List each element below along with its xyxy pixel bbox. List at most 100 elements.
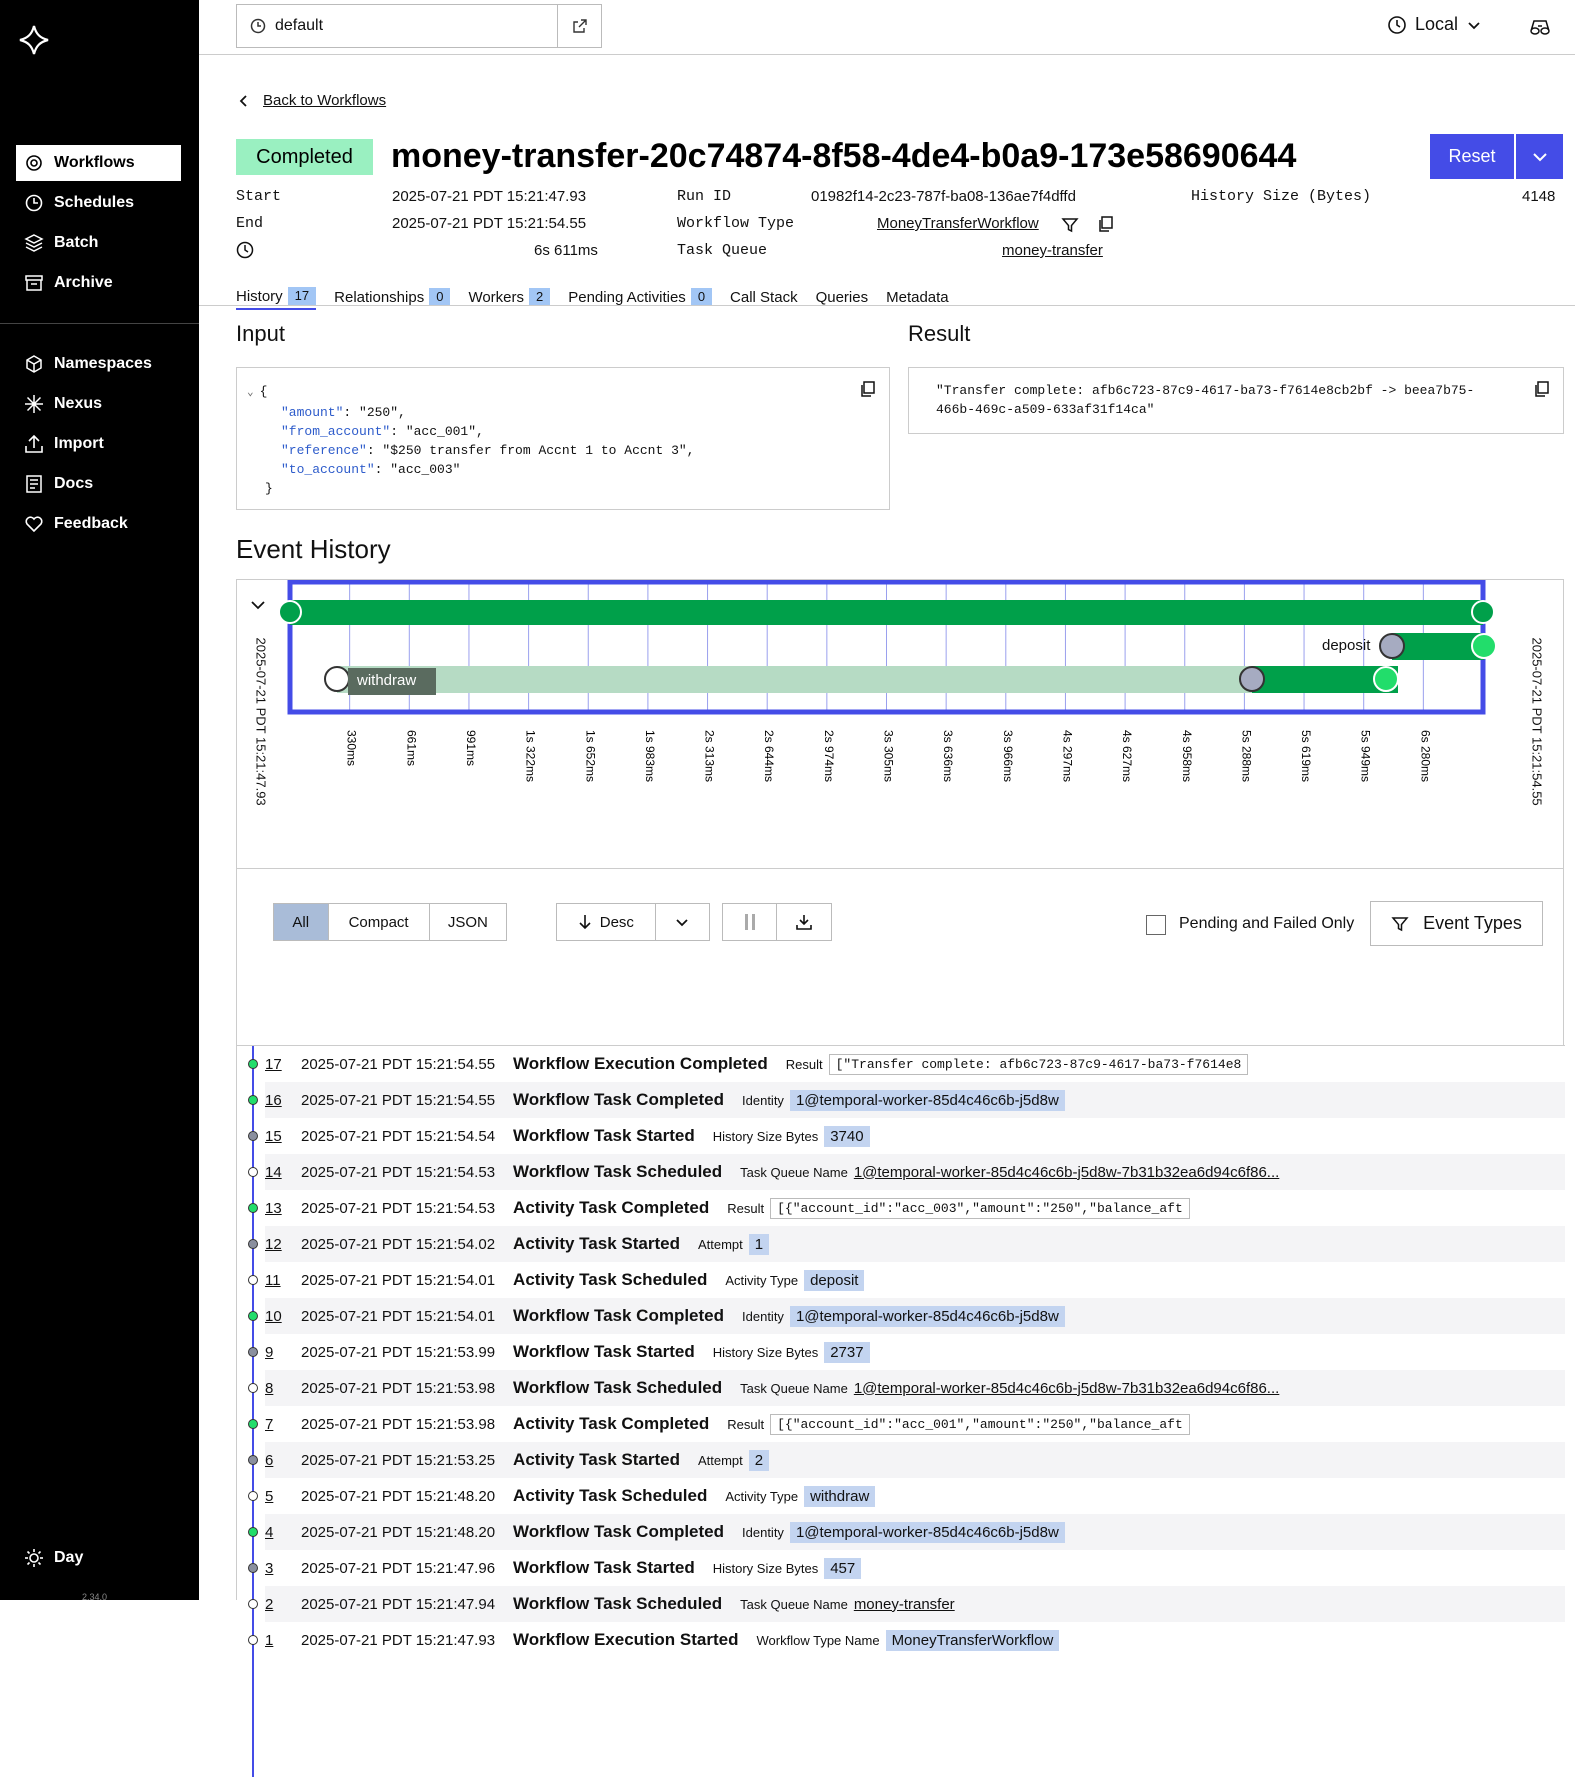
tab-queries[interactable]: Queries: [816, 284, 869, 310]
external-link-icon: [572, 19, 587, 33]
timeline-tick-label: 3s 636ms: [941, 730, 955, 782]
tab-relationships[interactable]: Relationships 0: [334, 284, 451, 310]
theme-toggle[interactable]: Day: [16, 1540, 181, 1576]
tab-workers[interactable]: Workers 2: [468, 284, 551, 310]
event-row[interactable]: 11 2025-07-21 PDT 15:21:54.01 Activity Tas…: [265, 1262, 1565, 1298]
sidebar-item-batch[interactable]: Batch: [16, 225, 181, 261]
schedules-icon: [25, 194, 43, 212]
tab-metadata[interactable]: Metadata: [886, 284, 949, 310]
event-row[interactable]: 13 2025-07-21 PDT 15:21:54.53 Activity Tas…: [265, 1190, 1565, 1226]
withdraw-scheduled-marker: [324, 666, 350, 692]
collapse-caret-icon[interactable]: ⌄: [247, 387, 254, 399]
sidebar-item-archive[interactable]: Archive: [16, 265, 181, 301]
event-id-link[interactable]: 6: [265, 1452, 301, 1469]
event-status-dot: [248, 1527, 258, 1537]
sidebar-item-schedules[interactable]: Schedules: [16, 185, 181, 221]
sidebar-item-docs[interactable]: Docs: [16, 466, 181, 502]
event-rail: [252, 1046, 254, 1777]
event-id-link[interactable]: 9: [265, 1344, 301, 1361]
event-row[interactable]: 12 2025-07-21 PDT 15:21:54.02 Activity Tas…: [265, 1226, 1565, 1262]
event-time: 2025-07-21 PDT 15:21:47.93: [301, 1631, 496, 1649]
sidebar-item-import[interactable]: Import: [16, 426, 181, 462]
data-encoder-icon[interactable]: [1529, 17, 1551, 37]
tab-pending-activities[interactable]: Pending Activities 0: [568, 284, 713, 310]
sort-desc-button[interactable]: Desc: [557, 904, 656, 940]
view-json-button[interactable]: JSON: [430, 904, 506, 940]
event-detail-value: withdraw: [804, 1485, 876, 1507]
event-name: Workflow Task Completed: [513, 1090, 725, 1109]
event-id-link[interactable]: 13: [265, 1200, 301, 1217]
event-row[interactable]: 6 2025-07-21 PDT 15:21:53.25 Activity Task…: [265, 1442, 1565, 1478]
view-all-button[interactable]: All: [274, 904, 329, 940]
event-row[interactable]: 17 2025-07-21 PDT 15:21:54.55 Workflow Exe…: [265, 1046, 1565, 1082]
tab-label: Pending Activities: [568, 288, 686, 306]
event-row[interactable]: 3 2025-07-21 PDT 15:21:47.96 Workflow Task…: [265, 1550, 1565, 1586]
event-id-link[interactable]: 10: [265, 1308, 301, 1325]
sidebar-item-namespaces[interactable]: Namespaces: [16, 346, 181, 382]
event-id-link[interactable]: 8: [265, 1380, 301, 1397]
event-id-link[interactable]: 2: [265, 1596, 301, 1613]
event-id-link[interactable]: 16: [265, 1092, 301, 1109]
event-id-link[interactable]: 15: [265, 1128, 301, 1145]
open-namespace-button[interactable]: [557, 5, 601, 47]
reset-options-button[interactable]: [1516, 134, 1563, 179]
sidebar-item-feedback[interactable]: Feedback: [16, 506, 181, 542]
event-id-link[interactable]: 11: [265, 1272, 301, 1289]
event-id-link[interactable]: 17: [265, 1056, 301, 1073]
event-row[interactable]: 7 2025-07-21 PDT 15:21:53.98 Activity Task…: [265, 1406, 1565, 1442]
event-id-link[interactable]: 14: [265, 1164, 301, 1181]
sort-options-button[interactable]: [656, 904, 709, 940]
event-row[interactable]: 10 2025-07-21 PDT 15:21:54.01 Workflow Tas…: [265, 1298, 1565, 1334]
event-detail-value[interactable]: 1@temporal-worker-85d4c46c6b-j5d8w-7b31b…: [854, 1164, 1280, 1181]
back-to-workflows-link[interactable]: Back to Workflows: [237, 92, 386, 109]
namespace-icon: [250, 18, 266, 34]
event-row[interactable]: 14 2025-07-21 PDT 15:21:54.53 Workflow Tas…: [265, 1154, 1565, 1190]
input-title: Input: [236, 321, 285, 346]
status-badge: Completed: [236, 139, 373, 175]
event-types-button[interactable]: Event Types: [1370, 901, 1543, 946]
temporal-logo-icon[interactable]: [18, 24, 50, 56]
download-button[interactable]: [777, 904, 831, 940]
event-row[interactable]: 15 2025-07-21 PDT 15:21:54.54 Workflow Tas…: [265, 1118, 1565, 1154]
event-id-link[interactable]: 4: [265, 1524, 301, 1541]
task-queue-link[interactable]: money-transfer: [1002, 242, 1103, 259]
event-detail-key: Attempt: [697, 1236, 743, 1252]
event-row[interactable]: 16 2025-07-21 PDT 15:21:54.55 Workflow Tas…: [265, 1082, 1565, 1118]
event-status-dot: [248, 1419, 258, 1429]
tab-history[interactable]: History 17: [236, 284, 317, 310]
event-row[interactable]: 5 2025-07-21 PDT 15:21:48.20 Activity Task…: [265, 1478, 1565, 1514]
sidebar-item-nexus[interactable]: Nexus: [16, 386, 181, 422]
namespaces-icon: [26, 355, 42, 373]
copy-result-icon[interactable]: [1533, 380, 1551, 398]
event-row[interactable]: 1 2025-07-21 PDT 15:21:47.93 Workflow Exec…: [265, 1622, 1565, 1658]
event-id-link[interactable]: 7: [265, 1416, 301, 1433]
namespace-selector[interactable]: default: [236, 4, 602, 48]
event-detail-value[interactable]: money-transfer: [854, 1596, 955, 1613]
tab-call-stack[interactable]: Call Stack: [730, 284, 798, 310]
workflow-type-link[interactable]: MoneyTransferWorkflow: [877, 215, 1039, 232]
workflow-id-title: money-transfer-20c74874-8f58-4de4-b0a9-1…: [391, 137, 1297, 175]
event-row[interactable]: 9 2025-07-21 PDT 15:21:53.99 Workflow Task…: [265, 1334, 1565, 1370]
copy-icon[interactable]: [1097, 215, 1115, 233]
event-detail-value[interactable]: 1@temporal-worker-85d4c46c6b-j5d8w-7b31b…: [854, 1380, 1280, 1397]
event-id-link[interactable]: 3: [265, 1560, 301, 1577]
timezone-selector[interactable]: Local: [1387, 14, 1490, 35]
event-id-link[interactable]: 12: [265, 1236, 301, 1253]
json-value: : "$250 transfer from Accnt 1 to Accnt 3…: [366, 443, 695, 458]
view-compact-button[interactable]: Compact: [329, 904, 430, 940]
reset-button[interactable]: Reset: [1430, 134, 1514, 179]
event-row[interactable]: 8 2025-07-21 PDT 15:21:53.98 Workflow Task…: [265, 1370, 1565, 1406]
pause-button[interactable]: [723, 904, 778, 940]
pending-failed-checkbox[interactable]: [1146, 915, 1166, 935]
timeline-tick-label: 3s 305ms: [882, 730, 896, 782]
event-id-link[interactable]: 5: [265, 1488, 301, 1505]
result-line-2: 466b-469c-a509-633af31f14ca": [936, 402, 1155, 417]
chevron-down-icon: [676, 919, 688, 927]
event-id-link[interactable]: 1: [265, 1632, 301, 1649]
copy-input-icon[interactable]: [859, 380, 877, 398]
sidebar-item-workflows[interactable]: Workflows: [16, 145, 181, 181]
event-row[interactable]: 4 2025-07-21 PDT 15:21:48.20 Workflow Task…: [265, 1514, 1565, 1550]
timezone-value: Local: [1415, 14, 1459, 34]
event-row[interactable]: 2 2025-07-21 PDT 15:21:47.94 Workflow Task…: [265, 1586, 1565, 1622]
filter-icon[interactable]: [1061, 216, 1079, 234]
